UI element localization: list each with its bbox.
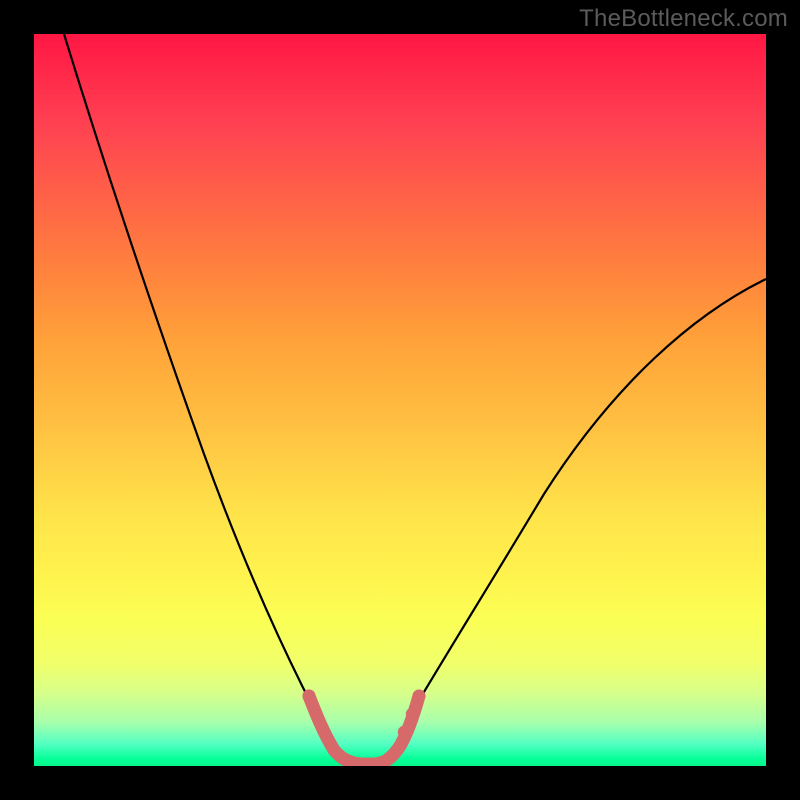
right-curve <box>399 279 766 734</box>
bead-left-2 <box>310 708 322 720</box>
plot-area <box>34 34 766 766</box>
bead-left-3 <box>318 726 330 738</box>
chart-frame: TheBottleneck.com <box>0 0 800 800</box>
bead-right-1 <box>413 690 426 703</box>
watermark-text: TheBottleneck.com <box>579 5 788 33</box>
bead-right-2 <box>406 708 418 720</box>
left-curve <box>64 34 327 734</box>
curves-layer <box>34 34 766 766</box>
bead-right-3 <box>398 726 410 738</box>
bead-left-1 <box>303 690 316 703</box>
